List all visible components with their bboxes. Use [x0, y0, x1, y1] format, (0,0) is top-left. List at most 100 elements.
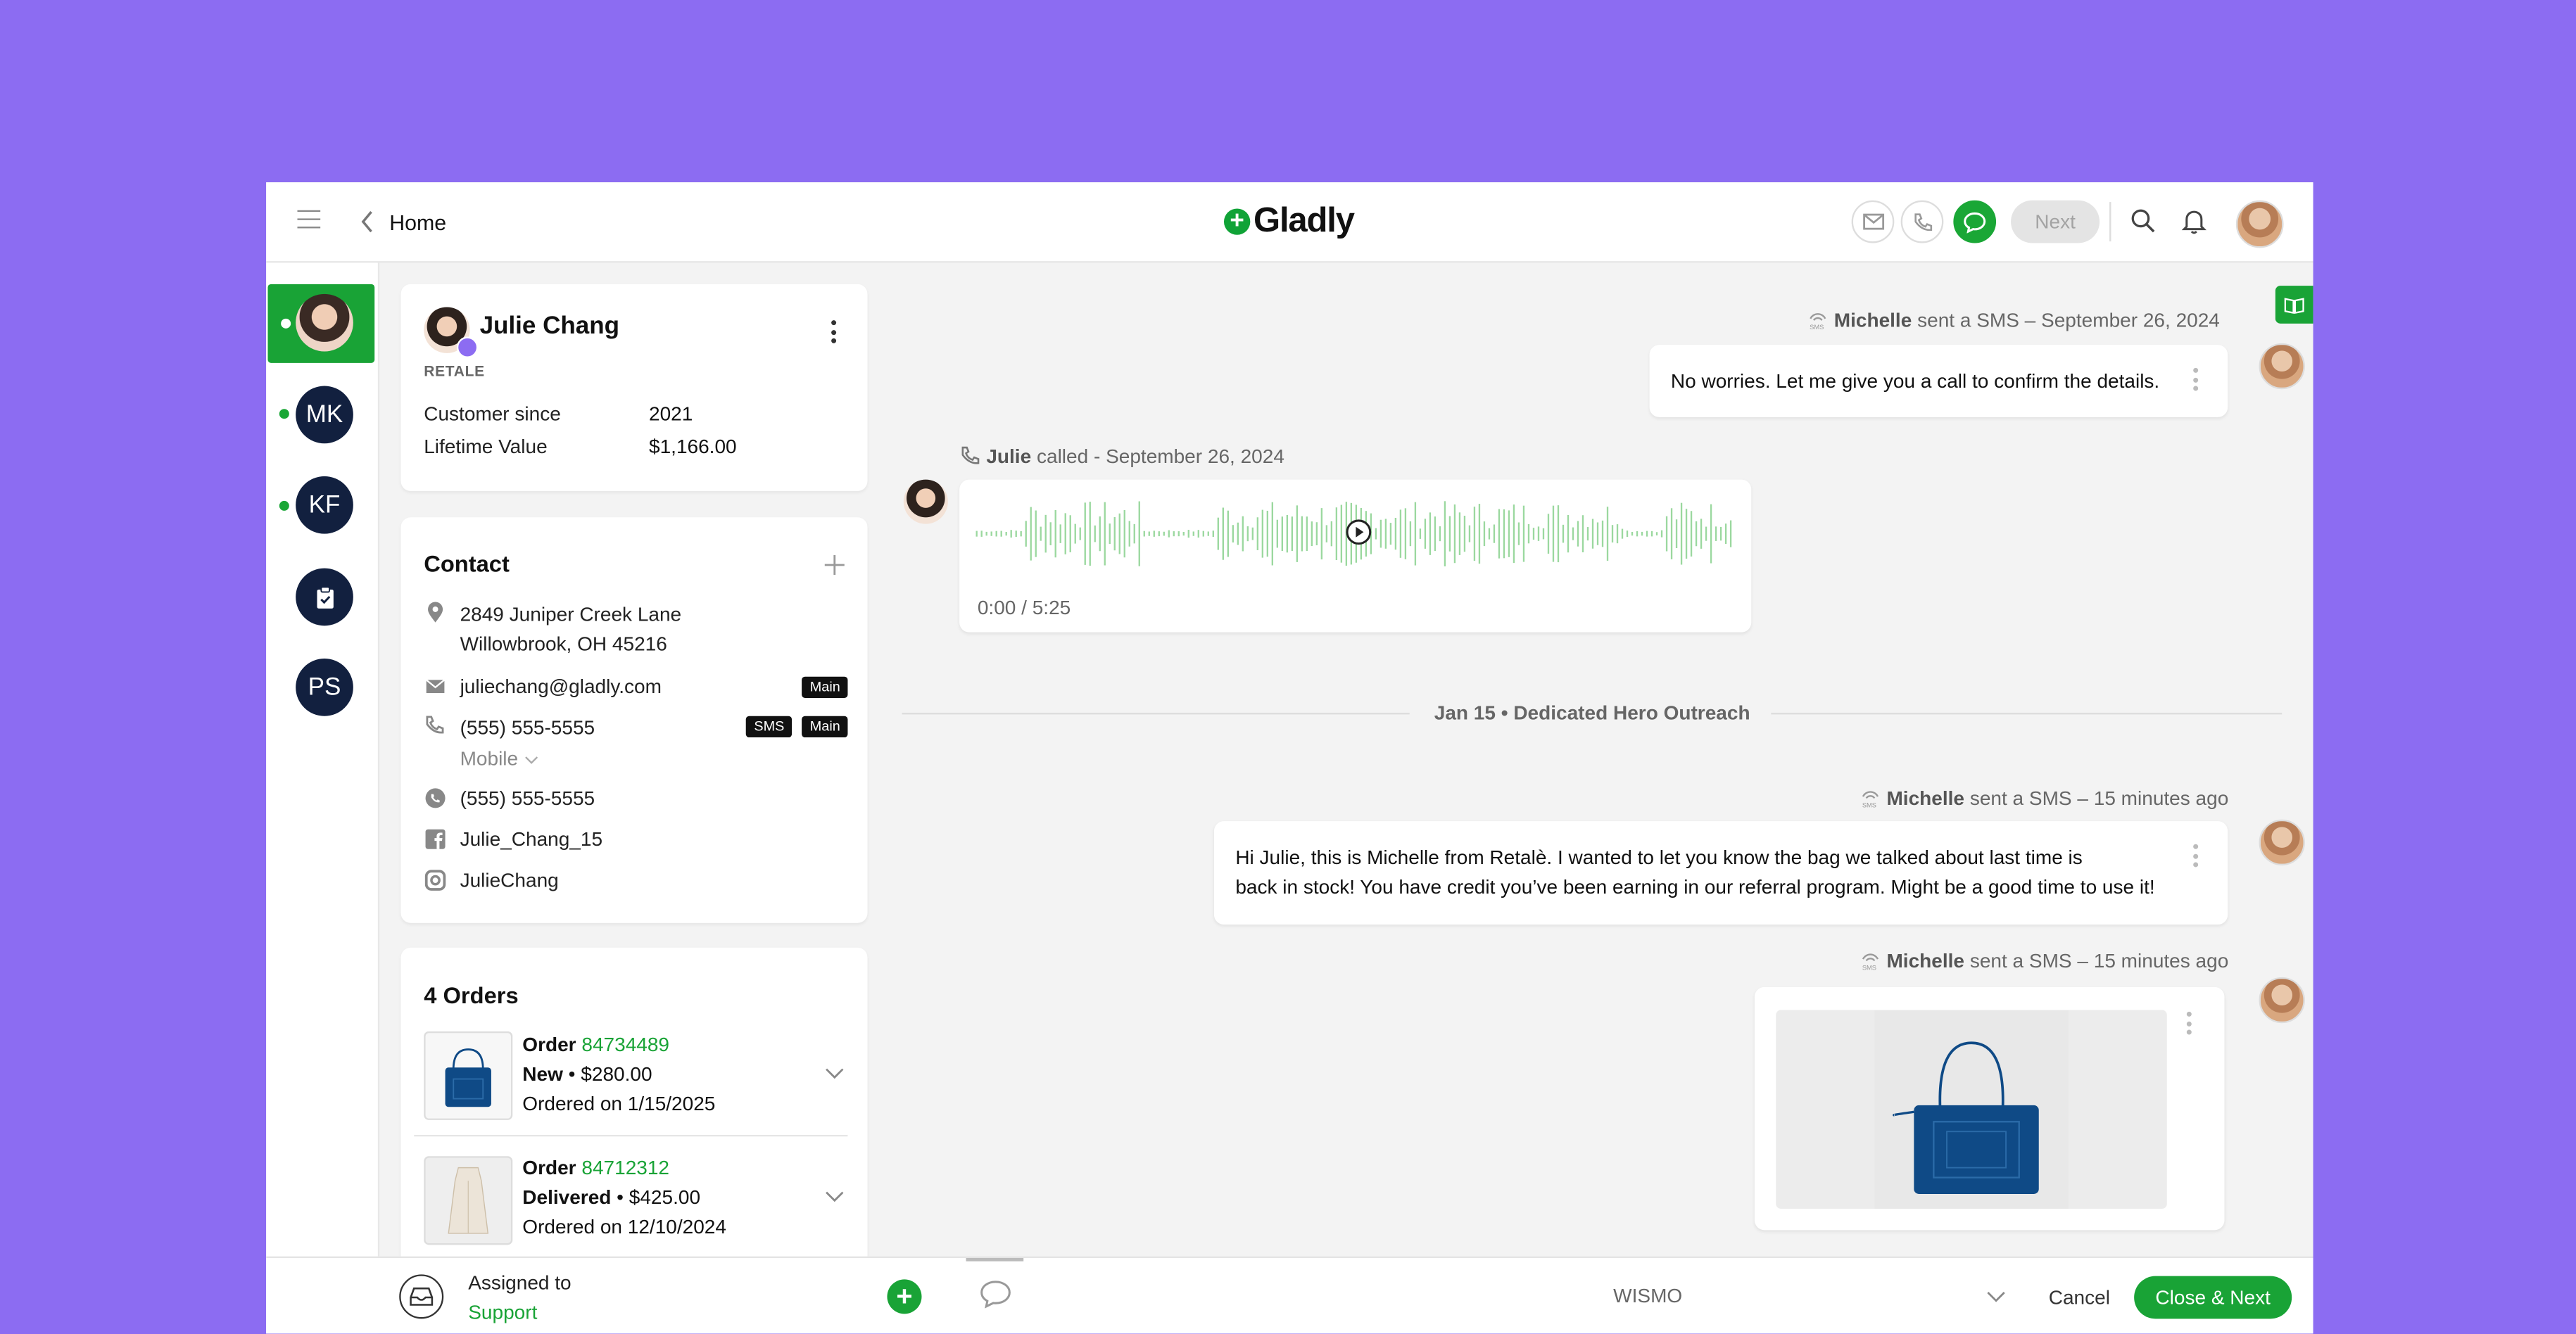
svg-text:SMS: SMS: [1862, 964, 1876, 970]
message-meta: SMS Michelle sent a SMS – 15 minutes ago: [1860, 949, 2228, 972]
chevron-down-icon[interactable]: [825, 1190, 845, 1204]
hamburger-icon[interactable]: [297, 210, 321, 230]
cancel-button[interactable]: Cancel: [2049, 1286, 2110, 1309]
waveform-bar: [1596, 522, 1599, 545]
waveform-bar: [1109, 523, 1111, 545]
waveform-bar: [1508, 510, 1510, 557]
contact-facebook[interactable]: Julie_Chang_15: [460, 827, 602, 851]
message-options-icon[interactable]: [2186, 1011, 2193, 1039]
waveform-bar: [1320, 508, 1323, 560]
play-icon[interactable]: [1346, 519, 1372, 545]
more-options-icon[interactable]: [831, 320, 838, 348]
next-button[interactable]: Next: [2011, 200, 2100, 243]
waveform-bar: [1128, 521, 1130, 547]
rail-conversation-kf[interactable]: KF: [296, 476, 353, 534]
whatsapp-icon: [425, 788, 446, 808]
phone-type-select[interactable]: Mobile: [460, 747, 538, 770]
waveform-bar: [980, 531, 983, 537]
conversation-rail: MK KF PS: [266, 262, 380, 1334]
waveform-bar: [1710, 504, 1712, 564]
email-icon: [425, 679, 446, 694]
rail-task[interactable]: [296, 568, 353, 626]
waveform-bar: [1025, 521, 1027, 547]
bottom-bar: Assigned to Support + WISMO Cancel Close…: [266, 1256, 2313, 1334]
message-options-icon[interactable]: [2193, 367, 2199, 395]
waveform-bar: [1202, 531, 1204, 537]
waveform-bar: [1123, 509, 1125, 558]
location-icon: [428, 602, 443, 623]
chevron-left-icon[interactable]: [360, 210, 374, 234]
message-options-icon[interactable]: [2193, 844, 2199, 872]
waveform-bar: [1113, 516, 1116, 551]
waveform-bar: [1187, 530, 1189, 538]
contact-whatsapp[interactable]: (555) 555-5555: [460, 787, 595, 810]
waveform-bar: [1705, 526, 1707, 541]
waveform-bar: [1547, 514, 1550, 554]
order-number-link[interactable]: 84734489: [581, 1033, 669, 1056]
chat-icon: [1964, 211, 1986, 233]
waveform-bar: [1049, 522, 1052, 545]
waveform-bar: [1168, 530, 1170, 538]
message-meta: SMS Michelle sent a SMS – September 26, …: [1807, 309, 2220, 332]
assigned-team-link[interactable]: Support: [468, 1301, 537, 1324]
chevron-down-icon: [524, 756, 538, 764]
add-contact-icon[interactable]: [823, 554, 846, 577]
contact-instagram[interactable]: JulieChang: [460, 869, 559, 892]
waveform-bar: [1577, 521, 1579, 547]
waveform-bar: [1173, 531, 1175, 537]
chat-icon[interactable]: [979, 1279, 1012, 1309]
bag-image[interactable]: [1776, 1010, 2167, 1209]
waveform-bar: [1000, 531, 1002, 537]
close-and-next-button[interactable]: Close & Next: [2134, 1276, 2292, 1319]
customer-name: Julie Chang: [479, 312, 620, 341]
waveform-bar: [1099, 516, 1101, 552]
chat-channel-button[interactable]: [1953, 200, 1997, 243]
add-button[interactable]: +: [887, 1279, 922, 1314]
online-indicator: [279, 500, 289, 511]
agent-avatar[interactable]: [2235, 200, 2284, 248]
waveform-bar: [1340, 504, 1343, 563]
main-tag: Main: [802, 676, 849, 699]
image-message: [1754, 986, 2225, 1231]
rail-conversation-ps[interactable]: PS: [296, 659, 353, 716]
waveform-bar: [1513, 504, 1515, 564]
email-channel-button[interactable]: [1851, 200, 1895, 243]
waveform-bar: [1291, 516, 1294, 552]
search-icon[interactable]: [2130, 208, 2155, 233]
divider: [902, 713, 1410, 715]
online-indicator: [281, 318, 291, 329]
sms-icon: SMS: [1862, 953, 1879, 971]
contact-phone[interactable]: (555) 555-5555: [460, 716, 595, 739]
chevron-down-icon[interactable]: [825, 1067, 845, 1081]
waveform-bar: [1503, 509, 1505, 559]
waveform-bar: [1636, 531, 1639, 537]
inbox-button[interactable]: [399, 1274, 444, 1319]
waveform-bar: [1488, 528, 1491, 540]
waveform-bar: [1675, 519, 1678, 549]
rail-conversation-mk[interactable]: MK: [296, 386, 353, 444]
rail-conversation-julie[interactable]: [296, 293, 353, 352]
phone-channel-button[interactable]: [1900, 200, 1944, 243]
instagram-icon: [424, 870, 446, 891]
knowledge-base-button[interactable]: [2275, 286, 2313, 324]
address-line1: 2849 Juniper Creek Lane: [460, 602, 682, 626]
waveform-bar: [1552, 505, 1555, 562]
home-link[interactable]: Home: [389, 210, 446, 235]
contact-email[interactable]: juliechang@gladly.com: [460, 675, 662, 698]
order-number-link[interactable]: 84712312: [581, 1156, 669, 1179]
waveform-bar: [1251, 527, 1254, 540]
chevron-down-icon[interactable]: [1986, 1291, 2006, 1304]
message-text: back in stock! You have credit you’ve be…: [1235, 875, 2155, 898]
waveform-bar: [1084, 502, 1086, 565]
topic-select[interactable]: WISMO: [1613, 1284, 1682, 1307]
call-recording: 0:00 / 5:25: [959, 479, 1752, 633]
waveform-bar: [1271, 502, 1274, 566]
waveform-bar: [1197, 530, 1199, 538]
waveform-bar: [1035, 510, 1037, 557]
waveform-bar: [1158, 531, 1160, 537]
waveform-bar: [1439, 526, 1441, 542]
waveform-bar: [1478, 504, 1481, 564]
svg-text:SMS: SMS: [1862, 801, 1876, 808]
bell-icon[interactable]: [2181, 208, 2206, 234]
waveform-bar: [1104, 502, 1106, 566]
